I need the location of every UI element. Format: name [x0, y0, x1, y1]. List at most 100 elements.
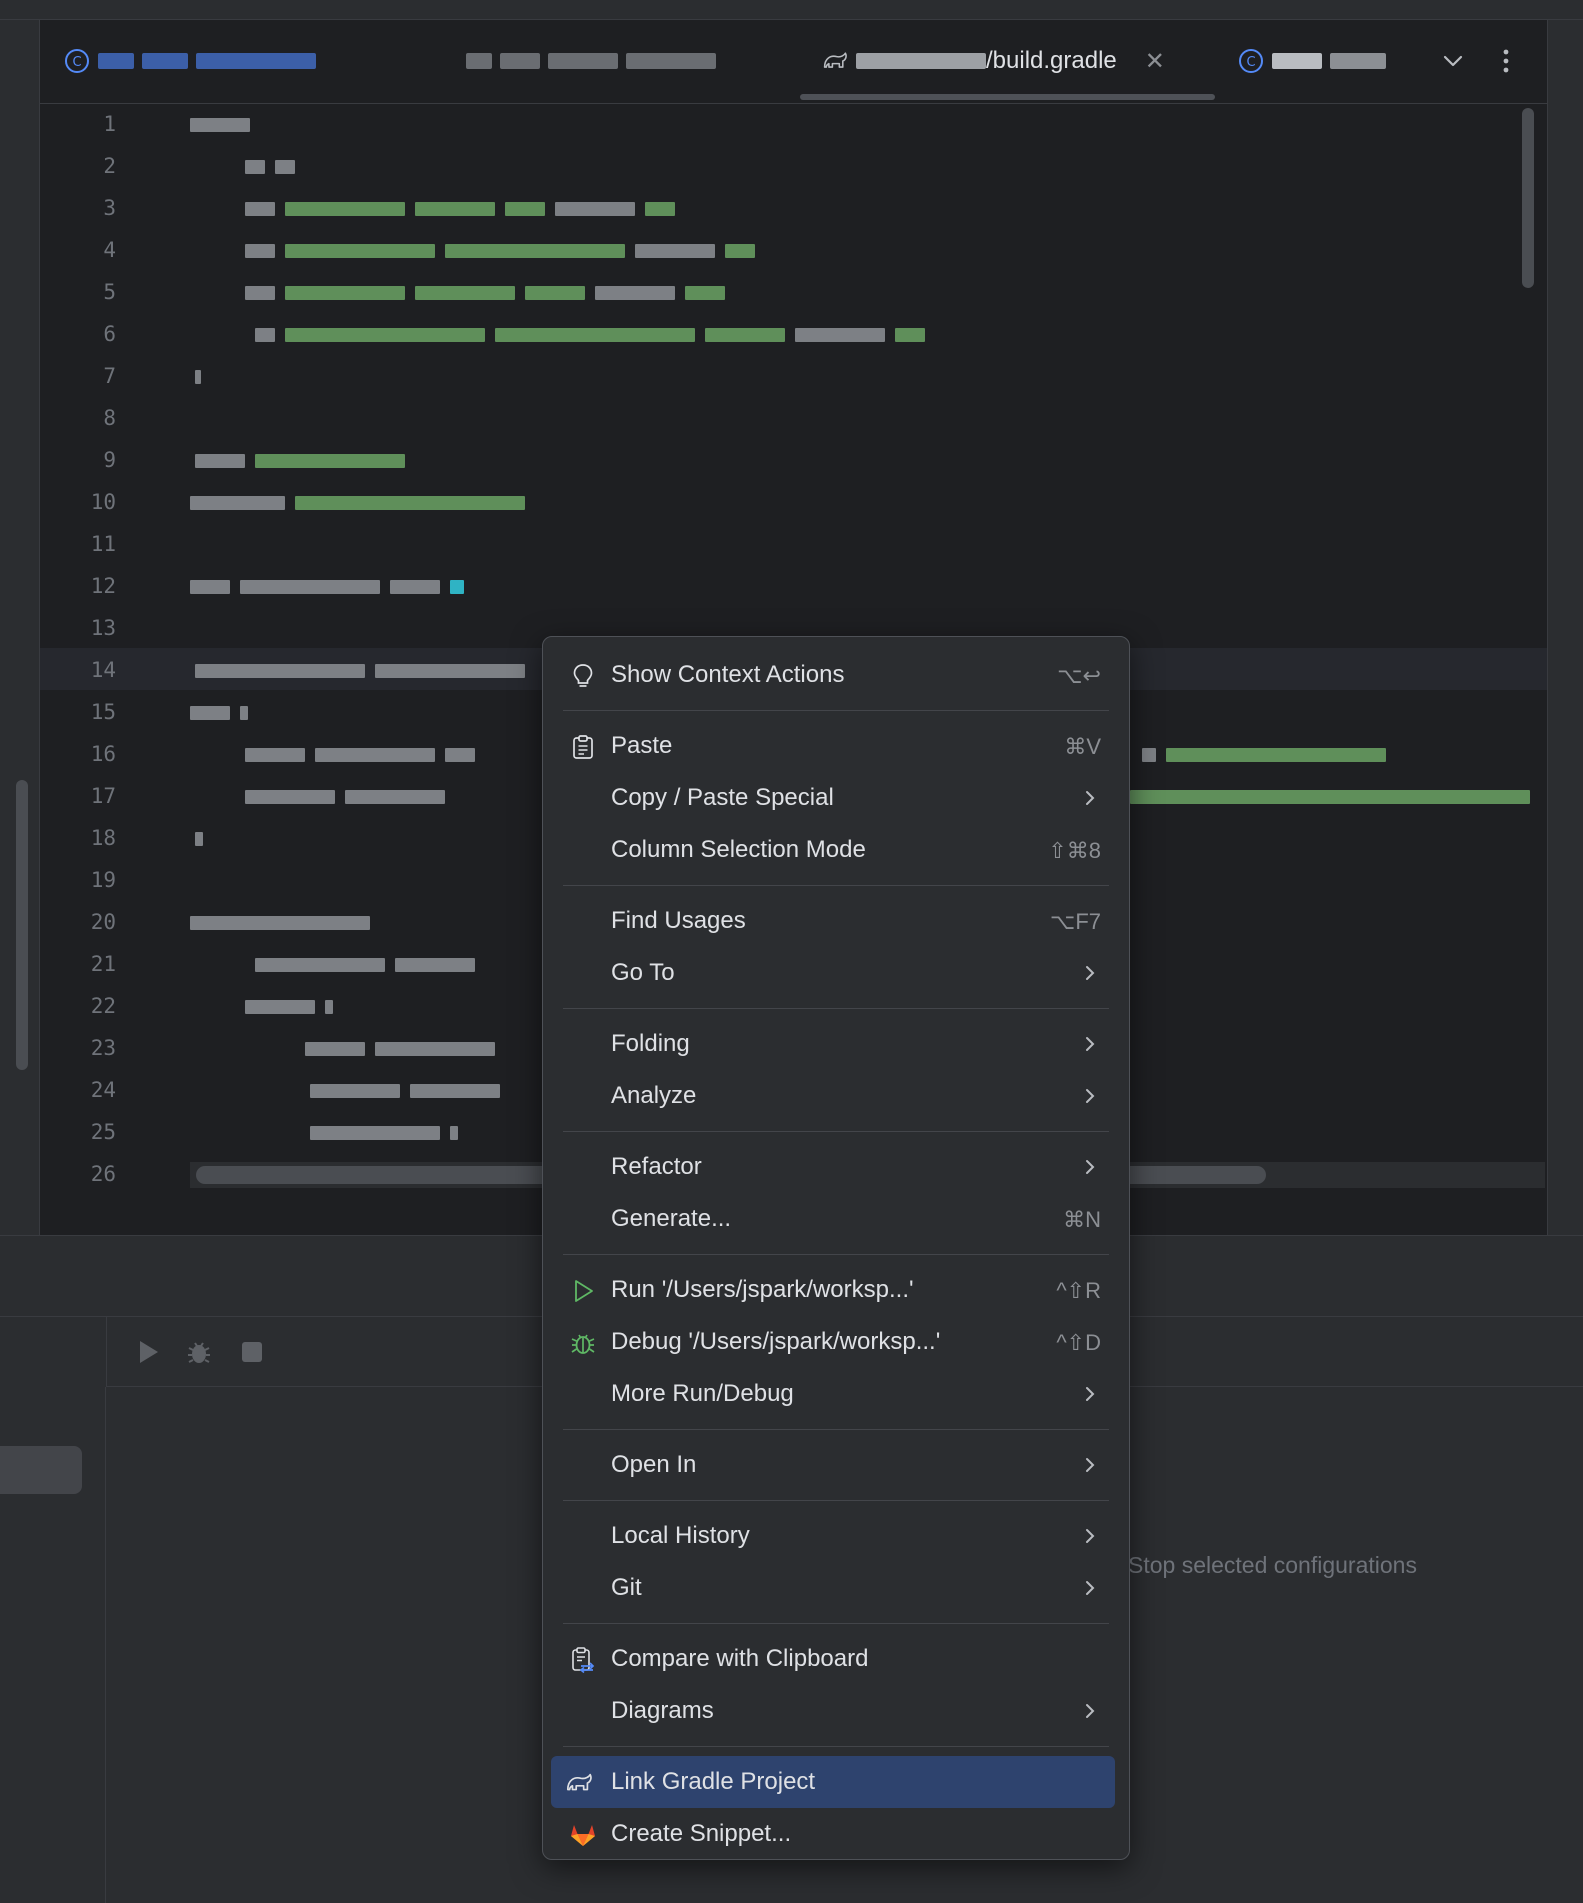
code-line-redacted — [195, 662, 525, 680]
menu-find-usages[interactable]: Find Usages ⌥F7 — [557, 895, 1115, 947]
menu-compare-with-clipboard[interactable]: Compare with Clipboard — [557, 1633, 1115, 1685]
code-token-redacted — [1130, 790, 1530, 804]
code-line-redacted — [190, 914, 370, 932]
editor-tab-build-gradle[interactable]: /build.gradle ✕ — [822, 36, 1165, 86]
menu-label: Git — [611, 1574, 642, 1601]
code-token-redacted — [795, 328, 885, 342]
menu-create-snippet[interactable]: Create Snippet... — [557, 1808, 1115, 1860]
more-options-icon[interactable] — [1496, 46, 1516, 76]
code-token-redacted — [240, 706, 248, 720]
menu-debug[interactable]: Debug '/Users/jspark/worksp...' ^⇧D — [557, 1316, 1115, 1368]
chevron-right-icon — [1086, 1387, 1095, 1401]
code-line-redacted — [310, 1082, 500, 1100]
menu-column-selection-mode[interactable]: Column Selection Mode ⇧⌘8 — [557, 824, 1115, 876]
chevron-right-icon — [1086, 1160, 1095, 1174]
code-token-redacted — [240, 580, 380, 594]
code-line-redacted — [255, 956, 475, 974]
menu-refactor[interactable]: Refactor — [557, 1141, 1115, 1193]
menu-link-gradle-project[interactable]: Link Gradle Project — [551, 1756, 1115, 1808]
chevron-down-icon[interactable] — [1438, 46, 1468, 76]
code-token-redacted — [705, 328, 785, 342]
code-token-redacted — [895, 328, 925, 342]
line-number: 2 — [103, 154, 116, 178]
menu-label: Find Usages — [611, 907, 746, 934]
code-token-redacted — [310, 1084, 400, 1098]
menu-paste[interactable]: Paste ⌘V — [557, 720, 1115, 772]
line-number: 9 — [103, 448, 116, 472]
run-icon[interactable] — [132, 1336, 164, 1368]
menu-diagrams[interactable]: Diagrams — [557, 1685, 1115, 1737]
code-token-redacted — [375, 1042, 495, 1056]
menu-label: Copy / Paste Special — [611, 784, 834, 811]
menu-separator — [563, 1008, 1109, 1009]
code-line-redacted — [190, 578, 464, 596]
menu-open-in[interactable]: Open In — [557, 1439, 1115, 1491]
run-icon — [569, 1277, 597, 1305]
menu-go-to[interactable]: Go To — [557, 947, 1115, 999]
tab-2-label-redacted-4 — [626, 53, 716, 69]
code-token-redacted — [255, 454, 405, 468]
menu-generate[interactable]: Generate... ⌘N — [557, 1193, 1115, 1245]
gradle-elephant-icon — [565, 1769, 593, 1797]
editor-tab-4[interactable]: C — [1238, 36, 1386, 86]
menu-local-history[interactable]: Local History — [557, 1510, 1115, 1562]
editor-context-menu: Show Context Actions ⌥↩ Paste ⌘V Copy / … — [542, 636, 1130, 1860]
code-line-redacted — [305, 1040, 495, 1058]
menu-label: Show Context Actions — [611, 661, 845, 688]
editor-tab-2[interactable] — [466, 36, 716, 86]
code-token-redacted — [450, 580, 464, 594]
chevron-right-icon — [1086, 1458, 1095, 1472]
menu-separator — [563, 710, 1109, 711]
menu-git[interactable]: Git — [557, 1562, 1115, 1614]
menu-label: Run '/Users/jspark/worksp...' — [611, 1276, 914, 1303]
menu-analyze[interactable]: Analyze — [557, 1070, 1115, 1122]
menu-folding[interactable]: Folding — [557, 1018, 1115, 1070]
code-line-redacted — [245, 788, 445, 806]
menu-copy-paste-special[interactable]: Copy / Paste Special — [557, 772, 1115, 824]
run-panel-hint: Stop selected configurations — [1128, 1552, 1417, 1578]
code-token-redacted — [285, 244, 435, 258]
line-number-gutter: 1 2 3 4 5 6 7 8 9 10 11 12 13 14 15 16 17 18 19 20 21 22 23 24 2… — [40, 104, 120, 1204]
line-number: 8 — [103, 406, 116, 430]
close-tab-icon[interactable]: ✕ — [1145, 47, 1165, 76]
code-line-redacted — [310, 1124, 458, 1142]
menu-label: More Run/Debug — [611, 1380, 794, 1407]
code-token-redacted — [1166, 748, 1386, 762]
line-number: 13 — [90, 616, 116, 640]
code-line-redacted — [195, 830, 203, 848]
code-line-redacted — [1130, 788, 1530, 806]
menu-label: Analyze — [611, 1082, 697, 1109]
code-token-redacted — [555, 202, 635, 216]
code-token-redacted — [245, 160, 265, 174]
code-line-redacted — [245, 242, 755, 260]
run-configuration-selected[interactable] — [0, 1446, 82, 1494]
code-token-redacted — [415, 286, 515, 300]
code-token-redacted — [195, 370, 201, 384]
stop-icon[interactable] — [236, 1336, 268, 1368]
line-number: 21 — [90, 952, 116, 976]
menu-label: Folding — [611, 1030, 690, 1057]
editor-tab-1[interactable]: C — [64, 36, 316, 86]
chevron-right-icon — [1086, 1529, 1095, 1543]
debug-bug-icon — [569, 1329, 597, 1357]
menu-shortcut: ^⇧D — [1056, 1330, 1101, 1355]
menu-show-context-actions[interactable]: Show Context Actions ⌥↩ — [557, 649, 1115, 701]
code-token-redacted — [450, 1126, 458, 1140]
editor-vertical-scrollbar[interactable] — [1522, 108, 1534, 288]
menu-run[interactable]: Run '/Users/jspark/worksp...' ^⇧R — [557, 1264, 1115, 1316]
code-line-redacted — [245, 998, 333, 1016]
code-line-redacted — [245, 200, 675, 218]
debug-bug-icon[interactable] — [183, 1336, 215, 1368]
line-number: 26 — [90, 1162, 116, 1186]
menu-label: Go To — [611, 959, 675, 986]
project-panel-scrollbar[interactable] — [16, 780, 28, 1070]
menu-more-run-debug[interactable]: More Run/Debug — [557, 1368, 1115, 1420]
code-token-redacted — [285, 202, 405, 216]
code-line-redacted — [195, 368, 201, 386]
code-token-redacted — [445, 748, 475, 762]
menu-label: Open In — [611, 1451, 697, 1478]
gitlab-fox-icon — [569, 1821, 597, 1849]
code-token-redacted — [325, 1000, 333, 1014]
line-number: 14 — [90, 658, 116, 682]
tab-2-label-redacted — [466, 53, 492, 69]
